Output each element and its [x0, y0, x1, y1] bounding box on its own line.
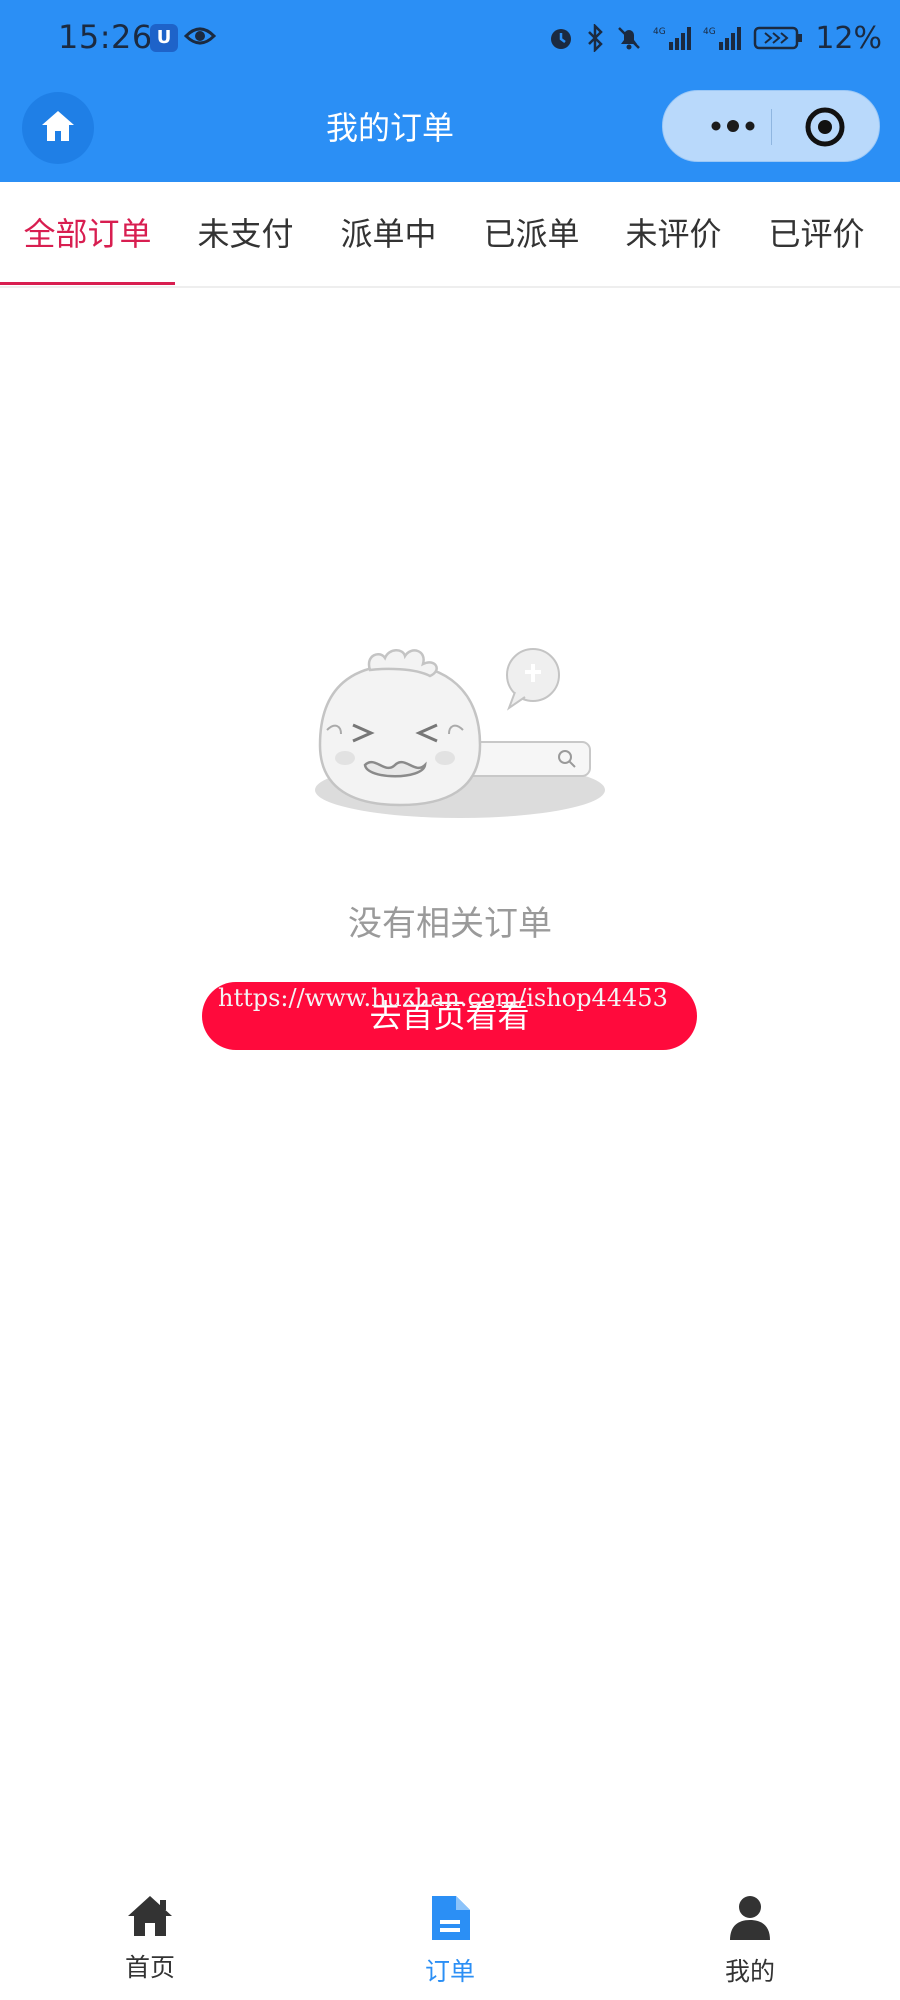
mute-icon	[615, 24, 643, 52]
empty-orders-illustration	[305, 630, 615, 830]
battery-icon	[753, 24, 805, 52]
nav-label-orders: 订单	[424, 1957, 475, 1986]
tab-reviewed[interactable]: 已评价	[745, 182, 888, 286]
go-home-button[interactable]: 去首页看看	[202, 982, 697, 1050]
bottom-navigation: 首页 订单 我的	[0, 1880, 900, 2000]
home-icon	[80, 1894, 220, 1942]
nav-label-home: 首页	[124, 1953, 175, 1982]
capsule-divider	[771, 109, 772, 145]
nav-item-home[interactable]: 首页	[80, 1894, 220, 1994]
signal-4g-icon: 4G	[703, 24, 743, 52]
status-time: 15:26	[58, 18, 153, 56]
order-tabs: 全部订单 未支付 派单中 已派单 未评价 已评价	[0, 182, 900, 288]
target-icon	[803, 107, 847, 153]
tab-unpaid[interactable]: 未支付	[174, 182, 317, 286]
tab-all-orders[interactable]: 全部订单	[16, 182, 159, 286]
user-icon	[680, 1894, 820, 1946]
tab-unreviewed[interactable]: 未评价	[602, 182, 745, 286]
svg-text:4G: 4G	[653, 27, 666, 37]
status-app-badge: U	[150, 24, 178, 52]
nav-item-profile[interactable]: 我的	[680, 1894, 820, 1994]
signal-4g-icon: 4G	[653, 24, 693, 52]
status-icons: 4G 4G 12%	[547, 18, 882, 58]
svg-text:4G: 4G	[703, 27, 716, 37]
empty-state-message: 没有相关订单	[348, 904, 552, 944]
nav-label-profile: 我的	[724, 1957, 775, 1986]
tab-dispatched[interactable]: 已派单	[460, 182, 603, 286]
mini-program-capsule	[662, 90, 880, 162]
close-mini-program-button[interactable]	[803, 105, 847, 149]
more-dots-icon	[710, 118, 756, 137]
alarm-icon	[547, 24, 575, 52]
bluetooth-icon	[585, 24, 605, 52]
active-tab-indicator	[0, 282, 175, 285]
top-bar: 15:26 U 4G 4G 12% 我的订单	[0, 0, 900, 182]
nav-item-orders[interactable]: 订单	[380, 1894, 520, 1994]
eye-icon	[183, 24, 217, 52]
tab-dispatching[interactable]: 派单中	[317, 182, 460, 286]
battery-percent: 12%	[815, 20, 882, 56]
document-icon	[380, 1894, 520, 1946]
more-button[interactable]	[693, 91, 773, 163]
